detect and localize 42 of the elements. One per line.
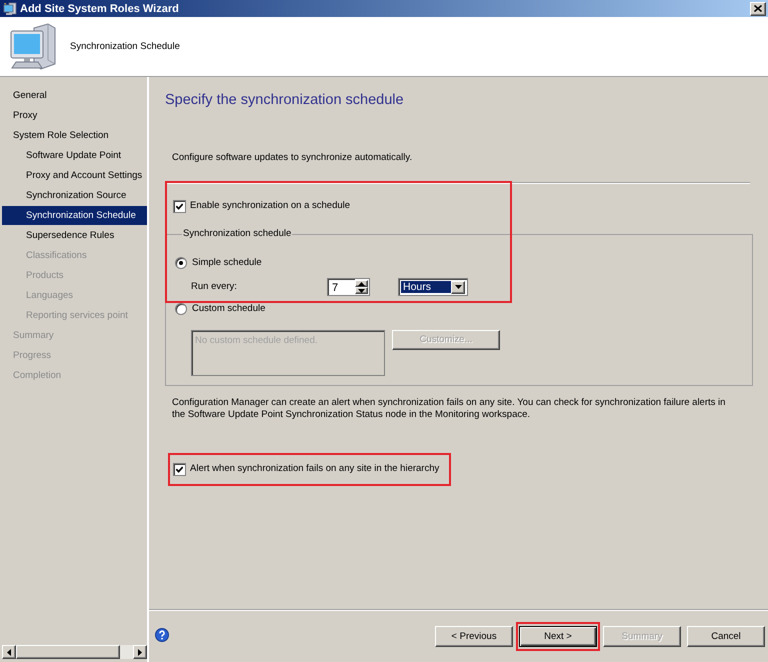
computer-icon [10,22,56,72]
radio-label[interactable]: Simple schedule [192,257,262,269]
checkbox[interactable] [173,200,186,212]
wizard-button[interactable]: Cancel [687,626,765,647]
close-icon [754,5,762,12]
sidebar-item[interactable]: Synchronization Source [2,186,147,205]
section-heading: Specify the synchronization schedule [165,91,404,109]
field-label: Run every: [191,281,237,292]
sidebar-item[interactable]: Software Update Point [2,146,147,165]
checkbox[interactable] [173,462,186,476]
sidebar-item[interactable]: Proxy and Account Settings [2,166,147,185]
checkbox-label[interactable]: Enable synchronization on a schedule [190,200,350,212]
intro-text: Configure software updates to synchronize automatically. [172,152,412,164]
radio-button[interactable] [175,257,187,269]
wizard-button[interactable]: Next > [519,626,597,647]
scroll-right-button[interactable] [133,645,147,659]
checkmark-icon [176,202,183,210]
down-triangle-icon [454,285,462,289]
wizard-button[interactable]: < Previous [435,626,513,647]
scroll-left-button[interactable] [2,645,16,659]
checkmark-icon [176,466,183,472]
unit-dropdown[interactable]: Hours [398,278,468,296]
wizard-icon [3,2,17,16]
radio-label[interactable]: Custom schedule [192,303,266,315]
group-title: Synchronization schedule [182,228,292,240]
close-button[interactable] [750,2,766,16]
sidebar-item[interactable]: Synchronization Schedule [2,206,147,225]
sidebar-item[interactable]: Proxy [2,106,147,125]
alert-description: Configuration Manager can create an alert when synchronization fails on any site. You can check for synchronization failure alerts in the Software Update Point Synchronization Status node in the Monitoring workspace. [172,397,726,421]
window-title: Add Site System Roles Wizard [20,2,179,14]
dropdown-button[interactable] [451,280,465,294]
right-triangle-icon [138,648,142,656]
help-icon[interactable] [155,628,169,642]
radio-button[interactable] [175,303,187,315]
sidebar-item[interactable]: General [2,86,147,105]
checkbox-label[interactable]: Alert when synchronization fails on any site in the hierarchy [190,463,440,475]
sidebar-item[interactable]: System Role Selection [2,126,147,145]
sidebar-item[interactable]: Supersedence Rules [2,226,147,245]
scrollbar-thumb[interactable] [16,645,120,659]
page-title: Synchronization Schedule [70,40,180,52]
left-triangle-icon [7,648,11,656]
horizontal-scrollbar[interactable] [2,645,147,659]
